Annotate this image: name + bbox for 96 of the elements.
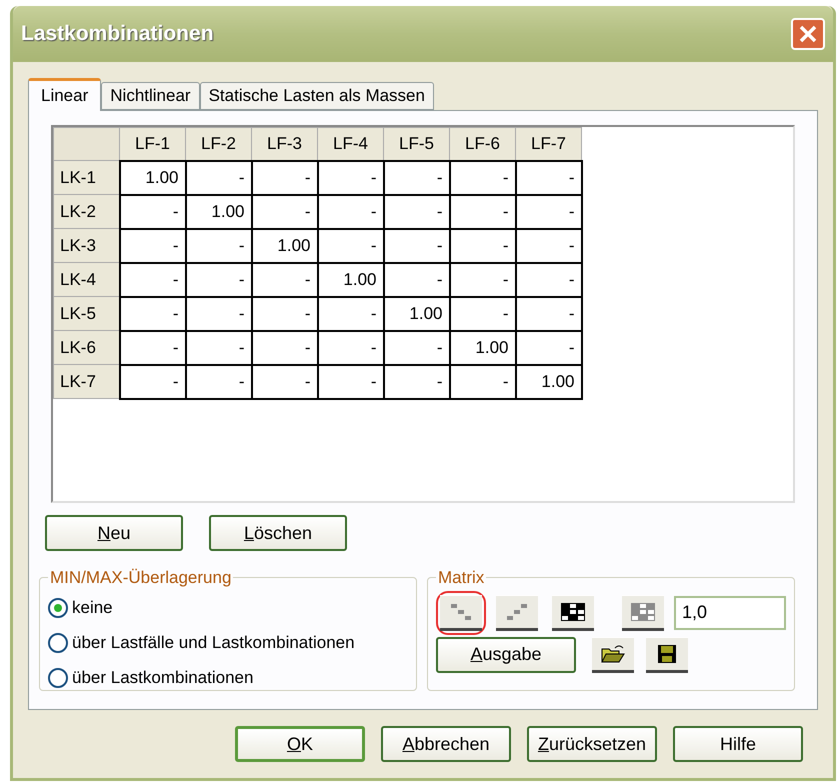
folder-icon [601, 644, 625, 664]
table-cell: - [384, 330, 450, 364]
radio-button[interactable] [48, 598, 68, 618]
table-cell: - [252, 296, 318, 330]
table-cell: - [252, 160, 318, 194]
diagonal-squares-icon [450, 602, 472, 620]
table-cell: - [252, 194, 318, 228]
table-cell: 1.00 [450, 330, 516, 364]
table-cell: - [318, 330, 384, 364]
radio-label: über Lastfälle und Lastkombinationen [72, 632, 355, 654]
dialog-button[interactable]: Abbrechen [381, 726, 511, 762]
tab[interactable]: Linear [28, 78, 102, 111]
table-cell: - [516, 194, 582, 228]
table-cell: - [450, 160, 516, 194]
dialog-button[interactable]: Zurücksetzen [527, 726, 657, 762]
table-cell: - [120, 262, 186, 296]
matrix-tool-button[interactable] [552, 594, 594, 630]
table-cell: - [186, 160, 252, 194]
table-cell: - [252, 364, 318, 398]
grid-icon [561, 602, 585, 620]
grid-icon [631, 602, 655, 620]
table-cell: - [516, 330, 582, 364]
table-cell: - [450, 364, 516, 398]
dialog-button[interactable]: OK [235, 726, 365, 762]
tab[interactable]: Statische Lasten als Massen [200, 82, 434, 110]
save-button[interactable] [646, 636, 688, 672]
dialog-button[interactable]: Hilfe [673, 726, 803, 762]
row-header: LK-1 [54, 160, 120, 194]
factor-field[interactable]: 1,0 [674, 596, 786, 630]
matrix-tool-button[interactable] [622, 594, 664, 630]
table-cell: - [450, 296, 516, 330]
radio-label: über Lastkombinationen [72, 667, 254, 690]
table-cell: - [186, 296, 252, 330]
output-button[interactable]: Ausgabe [436, 636, 576, 672]
column-header: LF-6 [450, 128, 516, 160]
table-cell: - [384, 228, 450, 262]
table-cell: - [318, 160, 384, 194]
table-cell: - [120, 228, 186, 262]
table-cell: - [252, 330, 318, 364]
column-header: LF-2 [186, 128, 252, 160]
table-cell: 1.00 [252, 228, 318, 262]
table-cell: - [318, 296, 384, 330]
table-cell: - [384, 364, 450, 398]
column-header: LF-4 [318, 128, 384, 160]
group-title: MIN/MAX-Überlagerung [49, 567, 232, 589]
matrix-tool-button[interactable] [496, 594, 538, 630]
column-header: LF-5 [384, 128, 450, 160]
radio-button[interactable] [48, 668, 68, 688]
column-header: LF-7 [516, 128, 582, 160]
row-header: LK-7 [54, 364, 120, 398]
table-cell: - [120, 296, 186, 330]
table-cell: - [318, 228, 384, 262]
radio-button[interactable] [48, 633, 68, 653]
open-button[interactable] [592, 636, 634, 672]
row-header: LK-6 [54, 330, 120, 364]
table-cell: - [186, 364, 252, 398]
table-cell: - [120, 194, 186, 228]
row-header: LK-3 [54, 228, 120, 262]
row-header: LK-5 [54, 296, 120, 330]
table-cell: - [516, 228, 582, 262]
table-cell: - [384, 160, 450, 194]
table-cell: 1.00 [120, 160, 186, 194]
action-button[interactable]: Löschen [209, 515, 347, 551]
table-cell: - [450, 228, 516, 262]
row-header: LK-4 [54, 262, 120, 296]
table-cell: 1.00 [516, 364, 582, 398]
close-button[interactable] [791, 18, 825, 50]
table-cell: - [516, 296, 582, 330]
group-title: Matrix [437, 567, 486, 589]
window-title: Lastkombinationen [21, 21, 214, 48]
radio-label: keine [72, 597, 113, 620]
table-cell: - [186, 228, 252, 262]
table-cell: 1.00 [384, 296, 450, 330]
table-cell: 1.00 [186, 194, 252, 228]
row-header: LK-2 [54, 194, 120, 228]
table-cell: - [516, 160, 582, 194]
table-cell: - [318, 194, 384, 228]
column-header: LF-3 [252, 128, 318, 160]
table-cell: - [384, 262, 450, 296]
corner-cell [54, 128, 120, 160]
table-cell: 1.00 [318, 262, 384, 296]
table-cell: - [318, 364, 384, 398]
table-cell: - [384, 194, 450, 228]
table-cell: - [450, 262, 516, 296]
tab[interactable]: Nichtlinear [101, 82, 200, 110]
table-cell: - [450, 194, 516, 228]
column-header: LF-1 [120, 128, 186, 160]
table-cell: - [252, 262, 318, 296]
table-cell: - [186, 330, 252, 364]
table-cell: - [120, 364, 186, 398]
action-button[interactable]: Neu [45, 515, 183, 551]
antidiagonal-squares-icon [506, 602, 528, 620]
close-icon [799, 25, 817, 43]
table-cell: - [516, 262, 582, 296]
table-cell: - [120, 330, 186, 364]
table-cell: - [186, 262, 252, 296]
